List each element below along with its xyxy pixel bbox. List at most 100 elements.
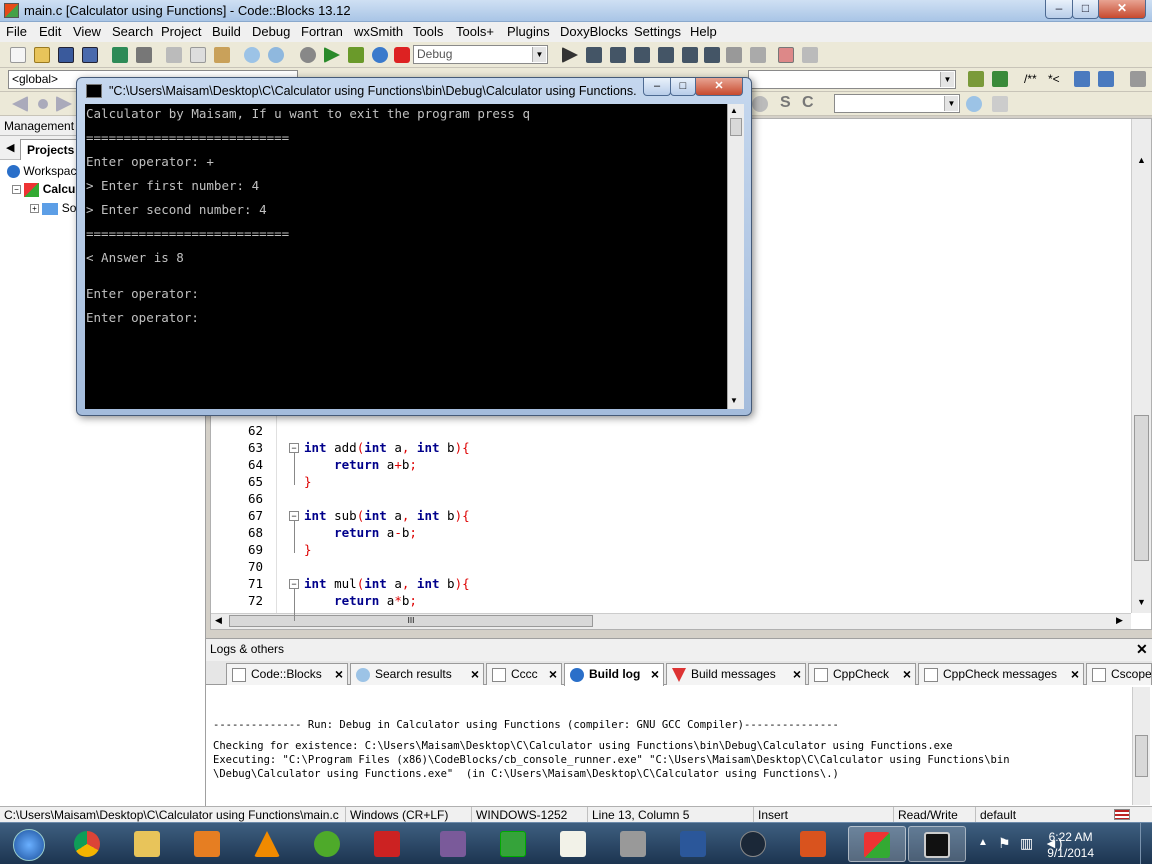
menu-search[interactable]: Search bbox=[112, 24, 153, 39]
taskbar-steam[interactable] bbox=[726, 826, 782, 862]
doxy-block-comment[interactable]: /** bbox=[1024, 72, 1037, 86]
menu-fortran[interactable]: Fortran bbox=[301, 24, 343, 39]
function-select[interactable]: ▼ bbox=[748, 70, 956, 89]
console-minimize-button[interactable]: – bbox=[643, 78, 671, 96]
console-scroll-thumb[interactable] bbox=[730, 118, 742, 136]
tab-close-icon[interactable]: × bbox=[793, 666, 801, 682]
tab-close-icon[interactable]: × bbox=[471, 666, 479, 682]
forward-icon[interactable] bbox=[56, 96, 72, 112]
scroll-down-icon[interactable]: ▼ bbox=[730, 396, 738, 405]
various-info-icon[interactable] bbox=[802, 47, 818, 63]
menu-doxyblocks[interactable]: DoxyBlocks bbox=[560, 24, 628, 39]
build-and-run-icon[interactable] bbox=[348, 47, 364, 63]
fold-toggle-icon[interactable]: − bbox=[289, 511, 299, 521]
scroll-up-icon[interactable]: ▲ bbox=[1135, 155, 1148, 167]
taskbar-notepad-plus-plus[interactable] bbox=[546, 826, 602, 862]
find-icon[interactable] bbox=[244, 47, 260, 63]
taskbar-dreamweaver[interactable] bbox=[486, 826, 542, 862]
menu-tools[interactable]: Tools bbox=[413, 24, 443, 39]
tab-cccc[interactable]: Cccc × bbox=[486, 663, 562, 685]
back-icon[interactable] bbox=[12, 96, 28, 112]
console-close-button[interactable]: ✕ bbox=[695, 78, 743, 96]
paste-icon[interactable] bbox=[214, 47, 230, 63]
scroll-up-icon[interactable]: ▲ bbox=[730, 106, 738, 115]
taskbar-clock[interactable]: 6:22 AM 9/1/2014 bbox=[1047, 829, 1094, 861]
taskbar-word[interactable] bbox=[666, 826, 722, 862]
scroll-left-icon[interactable]: ◀ bbox=[215, 615, 222, 626]
menu-wxsmith[interactable]: wxSmith bbox=[354, 24, 403, 39]
copy-icon[interactable] bbox=[190, 47, 206, 63]
stop-debug-icon[interactable] bbox=[750, 47, 766, 63]
tab-codeblocks[interactable]: Code::Blocks × bbox=[226, 663, 348, 685]
logs-scroll-thumb[interactable] bbox=[1135, 735, 1148, 777]
start-button[interactable] bbox=[2, 826, 56, 862]
search-options-icon[interactable] bbox=[992, 96, 1008, 112]
abort-icon[interactable] bbox=[394, 47, 410, 63]
logs-scrollbar[interactable] bbox=[1132, 687, 1150, 805]
fold-toggle-icon[interactable]: − bbox=[289, 443, 299, 453]
tray-expand-icon[interactable]: ▲ bbox=[978, 837, 988, 848]
pause-icon[interactable] bbox=[726, 47, 742, 63]
search-go-icon[interactable] bbox=[966, 96, 982, 112]
editor-scroll-thumb[interactable] bbox=[1134, 415, 1149, 561]
step-into-icon[interactable] bbox=[634, 47, 650, 63]
tab-close-icon[interactable]: × bbox=[651, 666, 659, 682]
tab-search-results[interactable]: Search results × bbox=[350, 663, 484, 685]
next-instruction-icon[interactable] bbox=[682, 47, 698, 63]
menu-file[interactable]: File bbox=[6, 24, 27, 39]
save-all-icon[interactable] bbox=[82, 47, 98, 63]
editor-hscroll-thumb[interactable]: III bbox=[229, 615, 593, 627]
doxy-line-comment[interactable]: *< bbox=[1048, 72, 1060, 86]
close-button[interactable]: ✕ bbox=[1098, 0, 1146, 19]
tab-build-messages[interactable]: Build messages × bbox=[666, 663, 806, 685]
new-file-icon[interactable] bbox=[10, 47, 26, 63]
doxy-extract-icon[interactable] bbox=[992, 71, 1008, 87]
scroll-down-icon[interactable]: ▼ bbox=[1135, 597, 1148, 609]
tab-cppcheck[interactable]: CppCheck × bbox=[808, 663, 916, 685]
match-case-icon[interactable]: C bbox=[802, 94, 814, 112]
taskbar-chrome[interactable] bbox=[60, 826, 116, 862]
menu-tools-plus[interactable]: Tools+ bbox=[456, 24, 494, 39]
tab-close-icon[interactable]: × bbox=[335, 666, 343, 682]
console-maximize-button[interactable]: □ bbox=[670, 78, 696, 96]
console-window[interactable]: "C:\Users\Maisam\Desktop\C\Calculator us… bbox=[76, 77, 752, 416]
taskbar-toolbox[interactable] bbox=[606, 826, 662, 862]
taskbar-ms-office[interactable] bbox=[786, 826, 842, 862]
taskbar-console[interactable] bbox=[908, 826, 966, 862]
expand-icon[interactable]: + bbox=[30, 204, 39, 214]
bookmark-icon[interactable] bbox=[38, 99, 48, 109]
tab-scroll-left-icon[interactable]: ◀ bbox=[6, 141, 14, 154]
menu-build[interactable]: Build bbox=[212, 24, 241, 39]
editor-horizontal-scrollbar[interactable]: ◀ III ▶ bbox=[211, 613, 1131, 629]
cut-icon[interactable] bbox=[166, 47, 182, 63]
collapse-icon[interactable]: − bbox=[12, 185, 21, 195]
next-line-icon[interactable] bbox=[610, 47, 626, 63]
tree-workspace[interactable]: Workspace bbox=[7, 164, 83, 179]
menu-plugins[interactable]: Plugins bbox=[507, 24, 550, 39]
menu-view[interactable]: View bbox=[73, 24, 101, 39]
taskbar-nfs[interactable] bbox=[360, 826, 416, 862]
tab-close-icon[interactable]: × bbox=[903, 666, 911, 682]
action-center-flag-icon[interactable]: ⚑ bbox=[998, 835, 1011, 852]
doxy-prefs-icon[interactable] bbox=[1130, 71, 1146, 87]
menu-debug[interactable]: Debug bbox=[252, 24, 290, 39]
replace-icon[interactable] bbox=[268, 47, 284, 63]
doxy-chm-icon[interactable] bbox=[1098, 71, 1114, 87]
scroll-right-icon[interactable]: ▶ bbox=[1116, 615, 1123, 626]
taskbar-codeblocks[interactable] bbox=[848, 826, 906, 862]
search-icon[interactable] bbox=[752, 96, 768, 112]
tab-projects[interactable]: Projects bbox=[20, 139, 78, 160]
save-icon[interactable] bbox=[58, 47, 74, 63]
build-gear-icon[interactable] bbox=[300, 47, 316, 63]
run-icon[interactable] bbox=[324, 47, 340, 63]
fold-toggle-icon[interactable]: − bbox=[289, 579, 299, 589]
run-to-cursor-icon[interactable] bbox=[586, 47, 602, 63]
redo-icon[interactable] bbox=[136, 47, 152, 63]
regex-icon[interactable]: S bbox=[780, 94, 791, 112]
doxy-html-icon[interactable] bbox=[1074, 71, 1090, 87]
network-icon[interactable]: ▥ bbox=[1020, 835, 1033, 852]
menu-edit[interactable]: Edit bbox=[39, 24, 61, 39]
minimize-button[interactable]: – bbox=[1045, 0, 1073, 19]
taskbar-winrar[interactable] bbox=[426, 826, 482, 862]
tab-build-log[interactable]: Build log × bbox=[564, 663, 664, 686]
